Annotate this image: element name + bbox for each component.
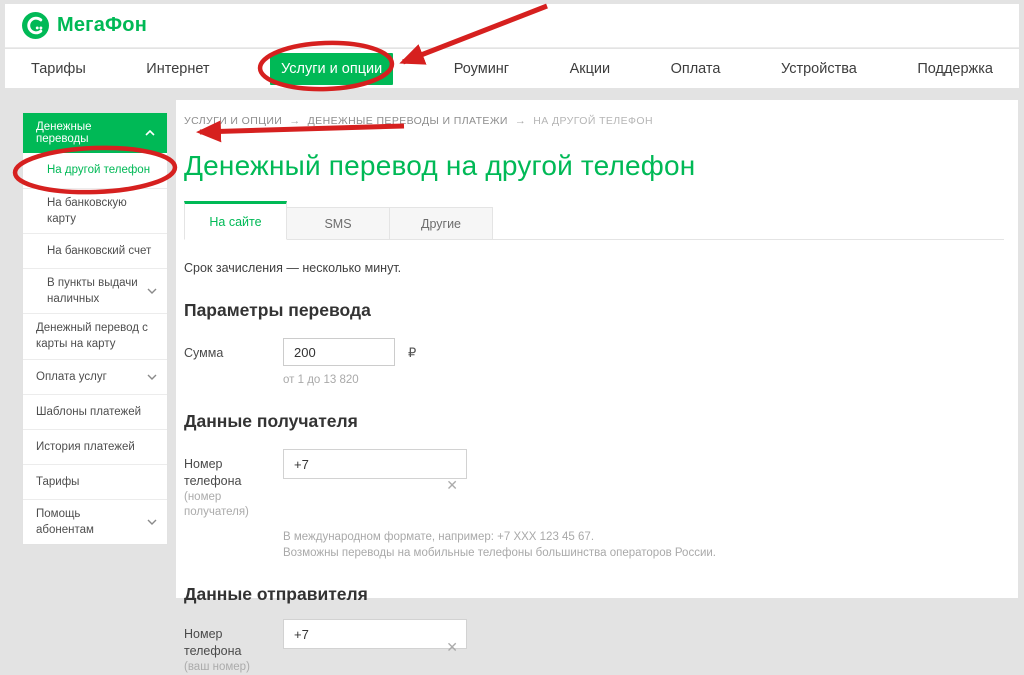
nav-item-internet[interactable]: Интернет xyxy=(146,61,209,77)
sidebar-item-card-to-card[interactable]: Денежный перевод с карты на карту xyxy=(23,313,167,358)
megafon-logo-text: МегаФон xyxy=(57,14,147,37)
nav-item-payment[interactable]: Оплата xyxy=(671,61,721,77)
nav-item-roaming[interactable]: Роуминг xyxy=(454,61,509,77)
recipient-phone-sublabel: (номер получателя) xyxy=(184,490,283,521)
section-heading-sender: Данные отправителя xyxy=(184,584,1004,605)
sidebar-item-cash-pickup[interactable]: В пункты выдачи наличных xyxy=(23,268,167,313)
tab-sms[interactable]: SMS xyxy=(287,207,390,240)
section-heading-params: Параметры перевода xyxy=(184,300,1004,321)
breadcrumb: УСЛУГИ И ОПЦИИ → ДЕНЕЖНЫЕ ПЕРЕВОДЫ И ПЛА… xyxy=(184,115,1004,127)
chevron-down-icon xyxy=(147,288,157,294)
clear-recipient-phone-icon[interactable]: ✕ xyxy=(446,478,458,492)
sidebar-item-payment-history[interactable]: История платежей xyxy=(23,429,167,464)
breadcrumb-separator-icon: → xyxy=(289,115,300,127)
amount-row: Сумма ₽ xyxy=(184,338,1004,366)
sidebar-list: На другой телефон На банковскую карту На… xyxy=(23,153,167,544)
recipient-phone-hints: В международном формате, например: +7 ХХ… xyxy=(283,529,1004,562)
sidebar-item-subscriber-help[interactable]: Помощь абонентам xyxy=(23,499,167,544)
currency-ruble-sign: ₽ xyxy=(408,338,416,366)
main-nav: Тарифы Интернет Услуги и опции Роуминг А… xyxy=(5,49,1019,88)
sender-phone-sublabel: (ваш номер) xyxy=(184,660,283,675)
sidebar: Денежные переводы На другой телефон На б… xyxy=(22,112,168,545)
megafon-logo-icon xyxy=(22,12,49,39)
breadcrumb-transfers[interactable]: ДЕНЕЖНЫЕ ПЕРЕВОДЫ И ПЛАТЕЖИ xyxy=(308,115,508,127)
page-title: Денежный перевод на другой телефон xyxy=(184,150,1004,182)
nav-item-devices[interactable]: Устройства xyxy=(781,61,857,77)
recipient-phone-input[interactable] xyxy=(283,449,467,479)
breadcrumb-services[interactable]: УСЛУГИ И ОПЦИИ xyxy=(184,115,282,127)
section-heading-recipient: Данные получателя xyxy=(184,411,1004,432)
sender-phone-input[interactable] xyxy=(283,619,467,649)
operators-hint: Возможны переводы на мобильные телефоны … xyxy=(283,545,1004,562)
sidebar-section-money-transfers[interactable]: Денежные переводы xyxy=(23,113,167,153)
tab-bar: На сайте SMS Другие xyxy=(184,201,1004,240)
nav-item-tariffs[interactable]: Тарифы xyxy=(31,61,86,77)
sidebar-item-payment-templates[interactable]: Шаблоны платежей xyxy=(23,394,167,429)
amount-range-hint: от 1 до 13 820 xyxy=(283,374,1004,386)
megafon-logo[interactable]: МегаФон xyxy=(22,12,147,39)
chevron-down-icon xyxy=(147,374,157,380)
clear-sender-phone-icon[interactable]: ✕ xyxy=(446,640,458,654)
amount-label: Сумма xyxy=(184,338,283,366)
sidebar-item-to-bank-account[interactable]: На банковский счет xyxy=(23,233,167,268)
sender-phone-label: Номер телефона (ваш номер) xyxy=(184,619,283,675)
crediting-time-note: Срок зачисления — несколько минут. xyxy=(184,261,1004,275)
main-content: УСЛУГИ И ОПЦИИ → ДЕНЕЖНЫЕ ПЕРЕВОДЫ И ПЛА… xyxy=(176,100,1018,598)
top-header: МегаФон xyxy=(5,4,1019,48)
megafon-transfer-page: МегаФон Тарифы Интернет Услуги и опции Р… xyxy=(0,0,1024,598)
recipient-phone-row: Номер телефона (номер получателя) ✕ xyxy=(184,449,1004,521)
recipient-phone-label: Номер телефона (номер получателя) xyxy=(184,449,283,521)
nav-item-support[interactable]: Поддержка xyxy=(917,61,993,77)
amount-input[interactable] xyxy=(283,338,395,366)
phone-format-hint: В международном формате, например: +7 ХХ… xyxy=(283,529,1004,546)
chevron-down-icon xyxy=(147,519,157,525)
breadcrumb-current: НА ДРУГОЙ ТЕЛЕФОН xyxy=(533,115,653,127)
sidebar-item-to-bank-card[interactable]: На банковскую карту xyxy=(23,188,167,233)
sidebar-item-pay-services[interactable]: Оплата услуг xyxy=(23,359,167,394)
tab-other[interactable]: Другие xyxy=(390,207,493,240)
breadcrumb-separator-icon: → xyxy=(515,115,526,127)
tab-on-site[interactable]: На сайте xyxy=(184,201,287,240)
nav-item-services[interactable]: Услуги и опции xyxy=(270,53,393,85)
nav-item-promos[interactable]: Акции xyxy=(570,61,611,77)
sender-phone-row: Номер телефона (ваш номер) ✕ xyxy=(184,619,1004,675)
sidebar-item-tariffs[interactable]: Тарифы xyxy=(23,464,167,499)
sidebar-item-to-another-phone[interactable]: На другой телефон xyxy=(23,153,167,188)
chevron-up-icon xyxy=(145,130,155,136)
